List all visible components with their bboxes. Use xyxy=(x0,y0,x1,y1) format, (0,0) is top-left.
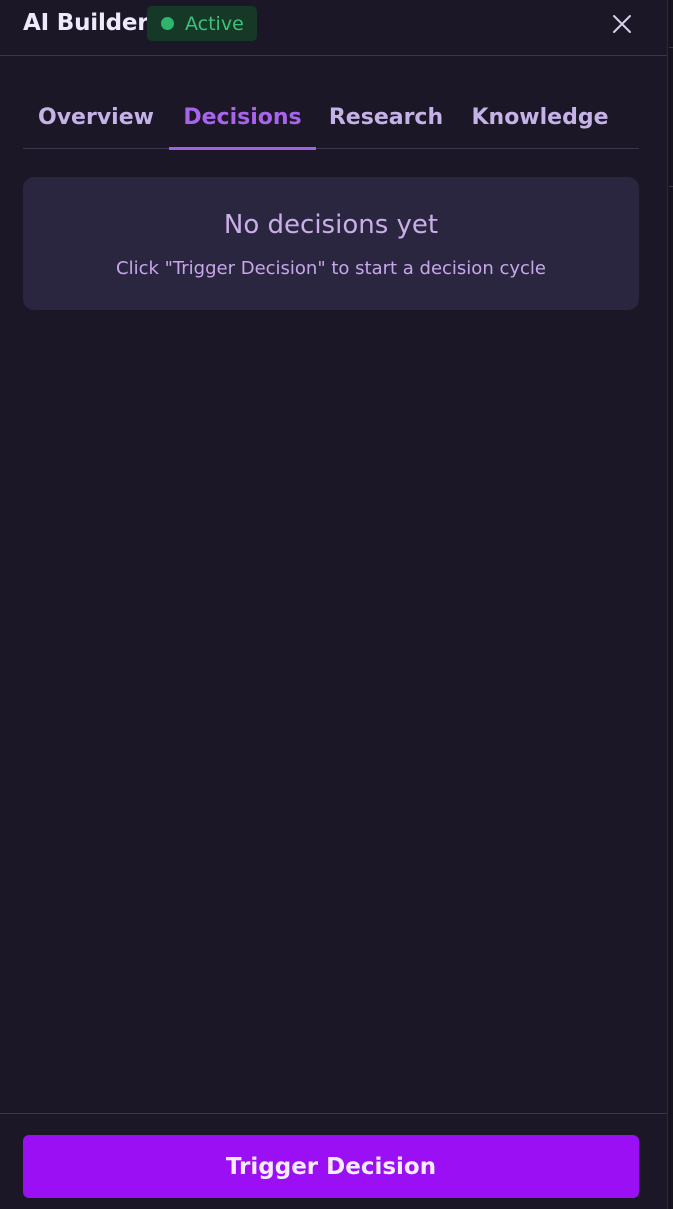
status-badge: Active xyxy=(147,6,257,41)
panel-footer: Trigger Decision xyxy=(0,1113,667,1209)
empty-state-subtitle: Click "Trigger Decision" to start a deci… xyxy=(116,258,546,279)
empty-state-card: No decisions yet Click "Trigger Decision… xyxy=(23,177,639,310)
trigger-decision-button[interactable]: Trigger Decision xyxy=(23,1135,639,1198)
tab-research[interactable]: Research xyxy=(316,86,456,149)
close-icon xyxy=(613,15,631,33)
window-edge xyxy=(667,0,673,1209)
panel-header: AI Builder Active xyxy=(0,0,667,56)
tab-knowledge[interactable]: Knowledge xyxy=(456,86,624,149)
status-dot-icon xyxy=(161,17,174,30)
tab-overview[interactable]: Overview xyxy=(23,86,169,149)
tab-decisions[interactable]: Decisions xyxy=(169,86,316,150)
status-label: Active xyxy=(185,12,244,35)
agent-panel: AI Builder Active Overview Decisions Res… xyxy=(0,0,667,1209)
edge-marker xyxy=(669,186,673,187)
empty-state-title: No decisions yet xyxy=(223,210,439,240)
panel-title: AI Builder xyxy=(23,10,149,36)
close-button[interactable] xyxy=(610,12,634,36)
tab-bar: Overview Decisions Research Knowledge xyxy=(23,86,639,150)
edge-marker xyxy=(669,47,673,48)
